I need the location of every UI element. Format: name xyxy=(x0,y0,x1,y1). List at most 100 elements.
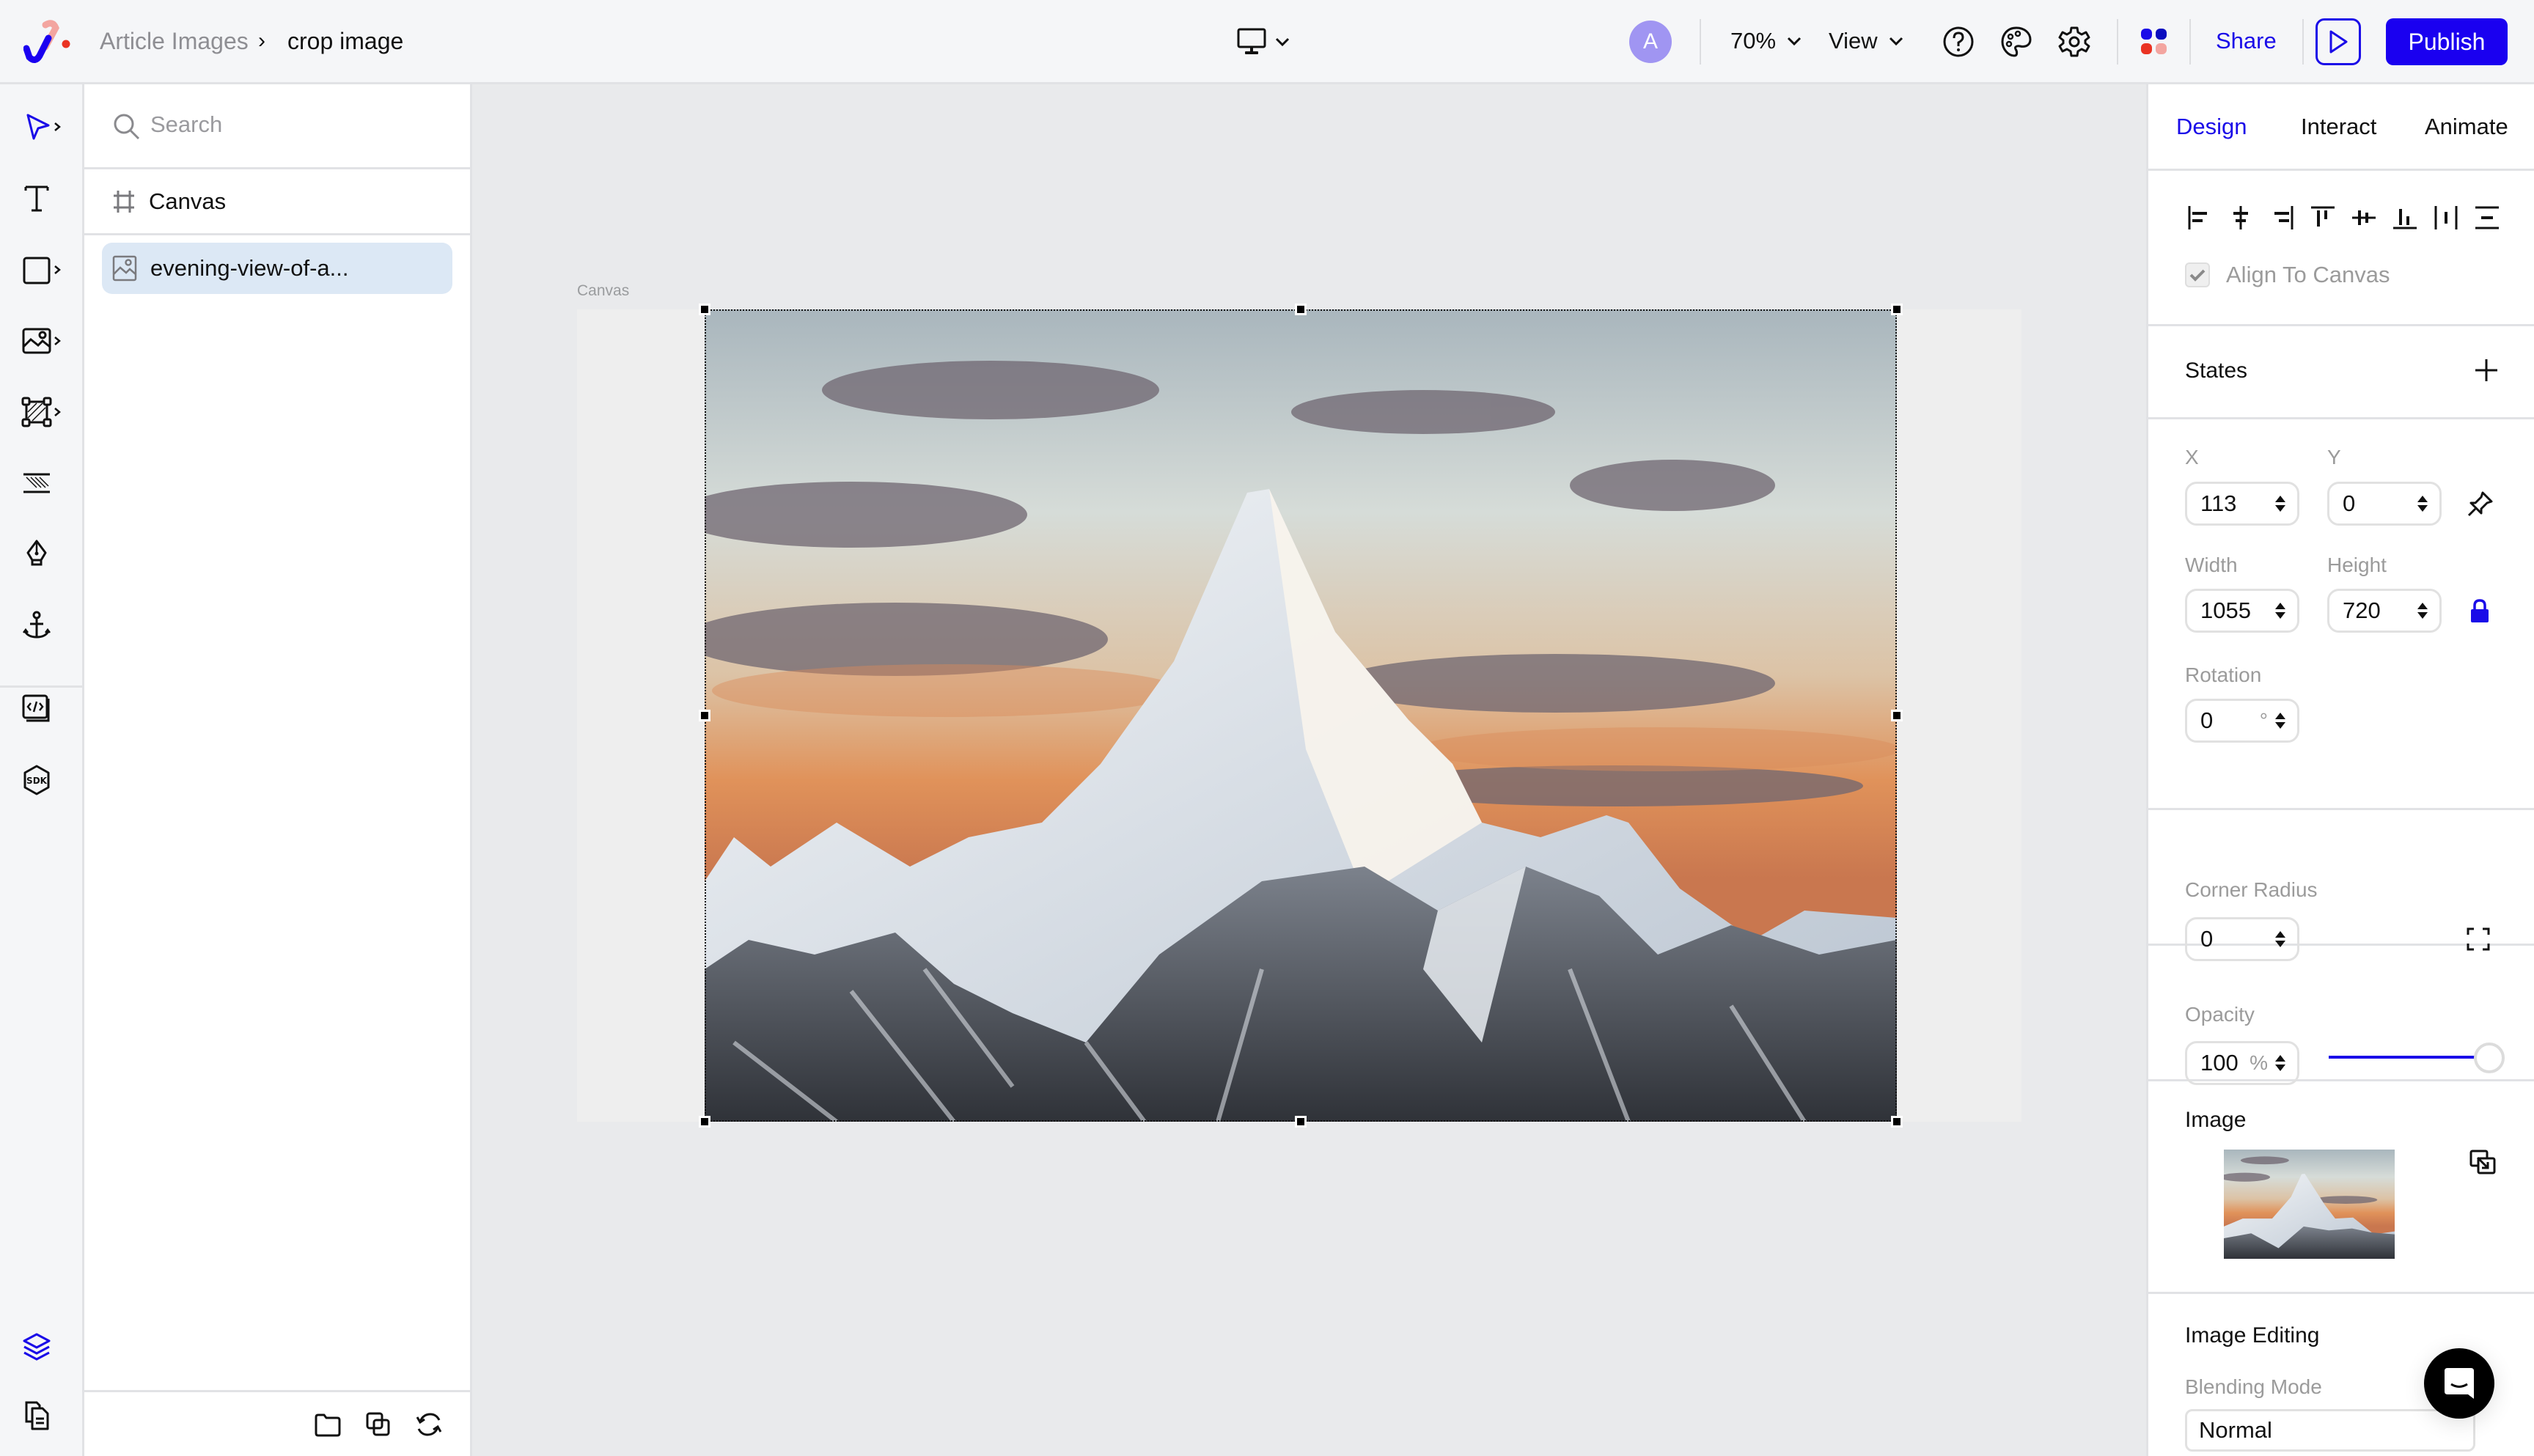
checkmark-icon xyxy=(2189,269,2206,282)
divider xyxy=(1700,19,1701,65)
align-middle-vertical-icon[interactable] xyxy=(2349,203,2379,232)
distribute-vertical-icon[interactable] xyxy=(2472,203,2502,232)
user-avatar[interactable]: A xyxy=(1629,21,1672,63)
height-stepper[interactable] xyxy=(2417,603,2428,619)
corner-radius-stepper[interactable] xyxy=(2275,931,2285,947)
resize-handle-bottom-left[interactable] xyxy=(699,1116,710,1128)
help-icon[interactable] xyxy=(1942,25,1975,59)
resize-handle-right[interactable] xyxy=(1891,710,1903,721)
folder-icon[interactable] xyxy=(313,1410,342,1439)
app: Article Images › crop image A 70% View S… xyxy=(0,0,2534,1456)
preview-button[interactable] xyxy=(2316,18,2361,65)
x-value: 113 xyxy=(2200,490,2237,516)
corner-radius-section: Corner Radius 0 xyxy=(2148,810,2534,961)
rotation-input[interactable]: 0 ° xyxy=(2185,699,2299,743)
image-thumbnail[interactable] xyxy=(2224,1150,2395,1259)
y-stepper[interactable] xyxy=(2417,496,2428,512)
pages-tool[interactable] xyxy=(21,1395,72,1436)
lock-aspect-ratio-icon[interactable] xyxy=(2469,598,2491,625)
checkbox[interactable] xyxy=(2185,262,2210,287)
resize-handle-bottom-right[interactable] xyxy=(1891,1116,1903,1128)
replace-image-icon[interactable] xyxy=(2469,1149,2497,1177)
layers-tool[interactable] xyxy=(21,1326,72,1367)
opacity-stepper[interactable] xyxy=(2275,1055,2285,1071)
corner-radius-label: Corner Radius xyxy=(2185,878,2318,901)
image-editing-label: Image Editing xyxy=(2185,1323,2320,1347)
sdk-tool[interactable]: SDK xyxy=(21,760,72,801)
properties-tabs: Design Interact Animate xyxy=(2148,84,2534,171)
align-right-icon[interactable] xyxy=(2267,203,2296,232)
embed-code-tool[interactable] xyxy=(21,688,72,729)
blending-mode-select[interactable]: Normal xyxy=(2185,1409,2475,1452)
alignment-section: Align To Canvas xyxy=(2148,171,2534,326)
properties-panel: Design Interact Animate Align To Canvas xyxy=(2146,84,2534,1456)
height-label: Height xyxy=(2327,554,2387,576)
settings-gear-icon[interactable] xyxy=(2057,25,2091,59)
y-input[interactable]: 0 xyxy=(2327,482,2442,526)
tab-design[interactable]: Design xyxy=(2176,111,2247,143)
align-top-icon[interactable] xyxy=(2308,203,2337,232)
width-input[interactable]: 1055 xyxy=(2185,589,2299,633)
x-stepper[interactable] xyxy=(2275,496,2285,512)
support-chat-button[interactable] xyxy=(2424,1348,2494,1419)
publish-button[interactable]: Publish xyxy=(2386,18,2508,65)
apps-grid-icon[interactable] xyxy=(2137,25,2171,59)
opacity-input[interactable]: 100 % xyxy=(2185,1041,2299,1085)
refresh-icon[interactable] xyxy=(414,1410,444,1439)
hatch-tool[interactable] xyxy=(21,463,72,504)
sdk-icon: SDK xyxy=(23,765,50,795)
add-state-icon[interactable] xyxy=(2473,357,2500,383)
view-dropdown[interactable]: View xyxy=(1829,26,1904,56)
canvas-workspace[interactable]: Canvas xyxy=(472,84,2146,1456)
frame-tool[interactable] xyxy=(21,391,72,433)
shape-tool[interactable] xyxy=(21,249,72,290)
tab-interact[interactable]: Interact xyxy=(2301,111,2376,143)
align-left-icon[interactable] xyxy=(2185,203,2214,232)
align-to-canvas-checkbox[interactable]: Align To Canvas xyxy=(2185,262,2390,288)
breadcrumb-parent[interactable]: Article Images xyxy=(100,26,249,56)
chevron-down-icon xyxy=(1787,37,1802,46)
height-input[interactable]: 720 xyxy=(2327,589,2442,633)
top-bar: Article Images › crop image A 70% View S… xyxy=(0,0,2534,84)
tab-animate[interactable]: Animate xyxy=(2425,111,2508,143)
width-stepper[interactable] xyxy=(2275,603,2285,619)
resize-handle-top-right[interactable] xyxy=(1891,304,1903,315)
align-center-horizontal-icon[interactable] xyxy=(2226,203,2255,232)
rectangle-icon xyxy=(23,257,51,284)
select-tool[interactable] xyxy=(21,106,72,147)
resize-handle-bottom[interactable] xyxy=(1295,1116,1307,1128)
opacity-slider[interactable] xyxy=(2329,1041,2505,1073)
zoom-dropdown[interactable]: 70% xyxy=(1730,26,1802,56)
opacity-slider-thumb[interactable] xyxy=(2474,1043,2505,1073)
layer-item-image[interactable]: evening-view-of-a... xyxy=(102,243,452,294)
rotation-stepper[interactable] xyxy=(2275,713,2285,729)
breadcrumb-current[interactable]: crop image xyxy=(287,26,403,56)
duplicate-icon[interactable] xyxy=(364,1410,393,1439)
resize-handle-top-left[interactable] xyxy=(699,304,710,315)
palette-icon[interactable] xyxy=(1999,25,2033,59)
text-tool[interactable] xyxy=(21,178,72,219)
y-value: 0 xyxy=(2343,490,2356,516)
resize-handle-left[interactable] xyxy=(699,710,710,721)
opacity-label: Opacity xyxy=(2185,1003,2255,1026)
divider xyxy=(2302,19,2304,65)
canvas-image[interactable] xyxy=(705,309,1897,1122)
frame-icon xyxy=(21,397,52,427)
resize-handle-top[interactable] xyxy=(1295,304,1307,315)
align-bottom-icon[interactable] xyxy=(2390,203,2420,232)
anchor-tool[interactable] xyxy=(21,605,72,646)
share-button[interactable]: Share xyxy=(2216,26,2277,56)
anchor-icon xyxy=(23,611,51,639)
mountain-photo xyxy=(705,309,1897,1122)
image-tool[interactable] xyxy=(21,320,72,361)
x-input[interactable]: 113 xyxy=(2185,482,2299,526)
pen-tool[interactable] xyxy=(21,534,72,575)
app-logo[interactable] xyxy=(23,18,72,66)
width-label: Width xyxy=(2185,554,2238,576)
layers-search-input[interactable] xyxy=(150,108,444,141)
pin-icon[interactable] xyxy=(2465,490,2494,519)
distribute-horizontal-icon[interactable] xyxy=(2431,203,2461,232)
chevron-right-icon xyxy=(54,265,61,274)
layer-item-canvas[interactable]: Canvas xyxy=(84,169,470,235)
device-selector[interactable] xyxy=(1236,25,1301,59)
